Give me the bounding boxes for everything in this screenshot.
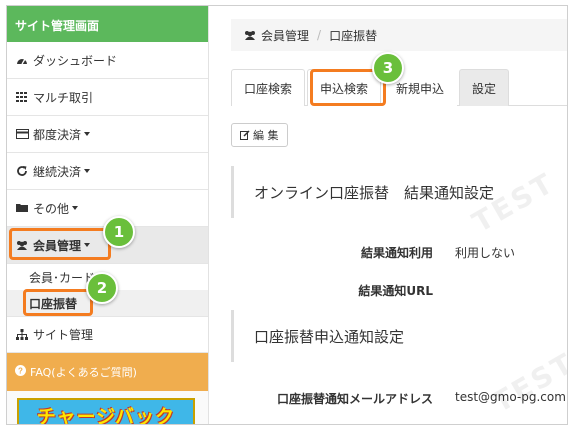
sidebar-item-one-time-payment[interactable]: 都度決済 <box>7 116 208 153</box>
step-badge-1: 1 <box>103 216 135 248</box>
credit-card-icon <box>15 129 29 139</box>
refresh-icon <box>15 165 29 177</box>
sidebar-item-label: 都度決済 <box>33 127 82 142</box>
setting-label: 結果通知URL <box>358 284 433 298</box>
setting-label: 結果通知利用 <box>360 246 433 260</box>
sidebar-item-multi-transaction[interactable]: マルチ取引 <box>7 79 208 116</box>
step-badge-3: 3 <box>372 52 404 84</box>
question-circle-icon: ? <box>15 365 26 379</box>
setting-label: 口座振替通知メールアドレス <box>276 392 433 406</box>
sidebar-subitem-label: 会員･カード <box>29 270 96 285</box>
sidebar-faq-link[interactable]: ? FAQ(よくあるご質問) <box>7 353 208 391</box>
sidebar-item-site-management[interactable]: サイト管理 <box>7 316 208 353</box>
sidebar-item-label: 継続決済 <box>33 164 82 179</box>
folder-icon <box>15 203 29 213</box>
section-title-result-notification: オンライン口座振替 結果通知設定 <box>231 166 494 218</box>
highlight-member-management <box>9 228 111 260</box>
caret-down-icon <box>72 206 79 210</box>
setting-row: 結果通知利用 利用しない <box>209 244 567 260</box>
sidebar-item-label: マルチ取引 <box>33 90 94 105</box>
tab-settings[interactable]: 設定 <box>459 69 510 106</box>
edit-button[interactable]: 編 集 <box>231 123 288 147</box>
caret-down-icon <box>84 169 91 173</box>
sidebar-item-recurring-payment[interactable]: 継続決済 <box>7 153 208 190</box>
breadcrumb-current: 口座振替 <box>329 28 378 43</box>
sitemap-icon <box>15 329 29 340</box>
tab-account-search[interactable]: 口座検索 <box>231 69 306 106</box>
banner-text: チャージバック <box>36 406 176 425</box>
dashboard-icon <box>15 55 29 65</box>
users-icon <box>243 30 257 40</box>
caret-down-icon <box>84 132 91 136</box>
highlight-account-transfer <box>23 289 93 316</box>
sidebar-item-label: ダッシュボード <box>33 53 118 68</box>
test-watermark: TEST <box>486 345 568 420</box>
setting-row: 結果通知URL <box>209 282 567 298</box>
breadcrumb-parent[interactable]: 会員管理 <box>261 27 309 44</box>
breadcrumb-separator: / <box>317 28 322 42</box>
app-window: サイト管理画面 ダッシュボード マルチ取引 都度決済 継続決済 その他 会員管理… <box>6 5 568 425</box>
sidebar-header: サイト管理画面 <box>7 6 208 42</box>
setting-value: 利用しない <box>455 246 516 260</box>
sidebar: サイト管理画面 ダッシュボード マルチ取引 都度決済 継続決済 その他 会員管理… <box>7 6 209 425</box>
step-badge-2: 2 <box>86 272 118 304</box>
chargeback-banner[interactable]: チャージバック <box>17 398 195 425</box>
faq-label: FAQ(よくあるご質問) <box>30 366 137 379</box>
breadcrumb: 会員管理 / 口座振替 <box>231 19 567 51</box>
sidebar-item-dashboard[interactable]: ダッシュボード <box>7 42 208 79</box>
edit-button-label: 編 集 <box>253 129 279 142</box>
edit-icon <box>240 130 250 140</box>
sidebar-item-label: サイト管理 <box>33 328 94 342</box>
section-title-application-notification: 口座振替申込通知設定 <box>231 310 404 362</box>
svg-text:?: ? <box>18 367 23 376</box>
grid-icon <box>15 92 29 102</box>
sidebar-item-label: その他 <box>33 201 70 216</box>
